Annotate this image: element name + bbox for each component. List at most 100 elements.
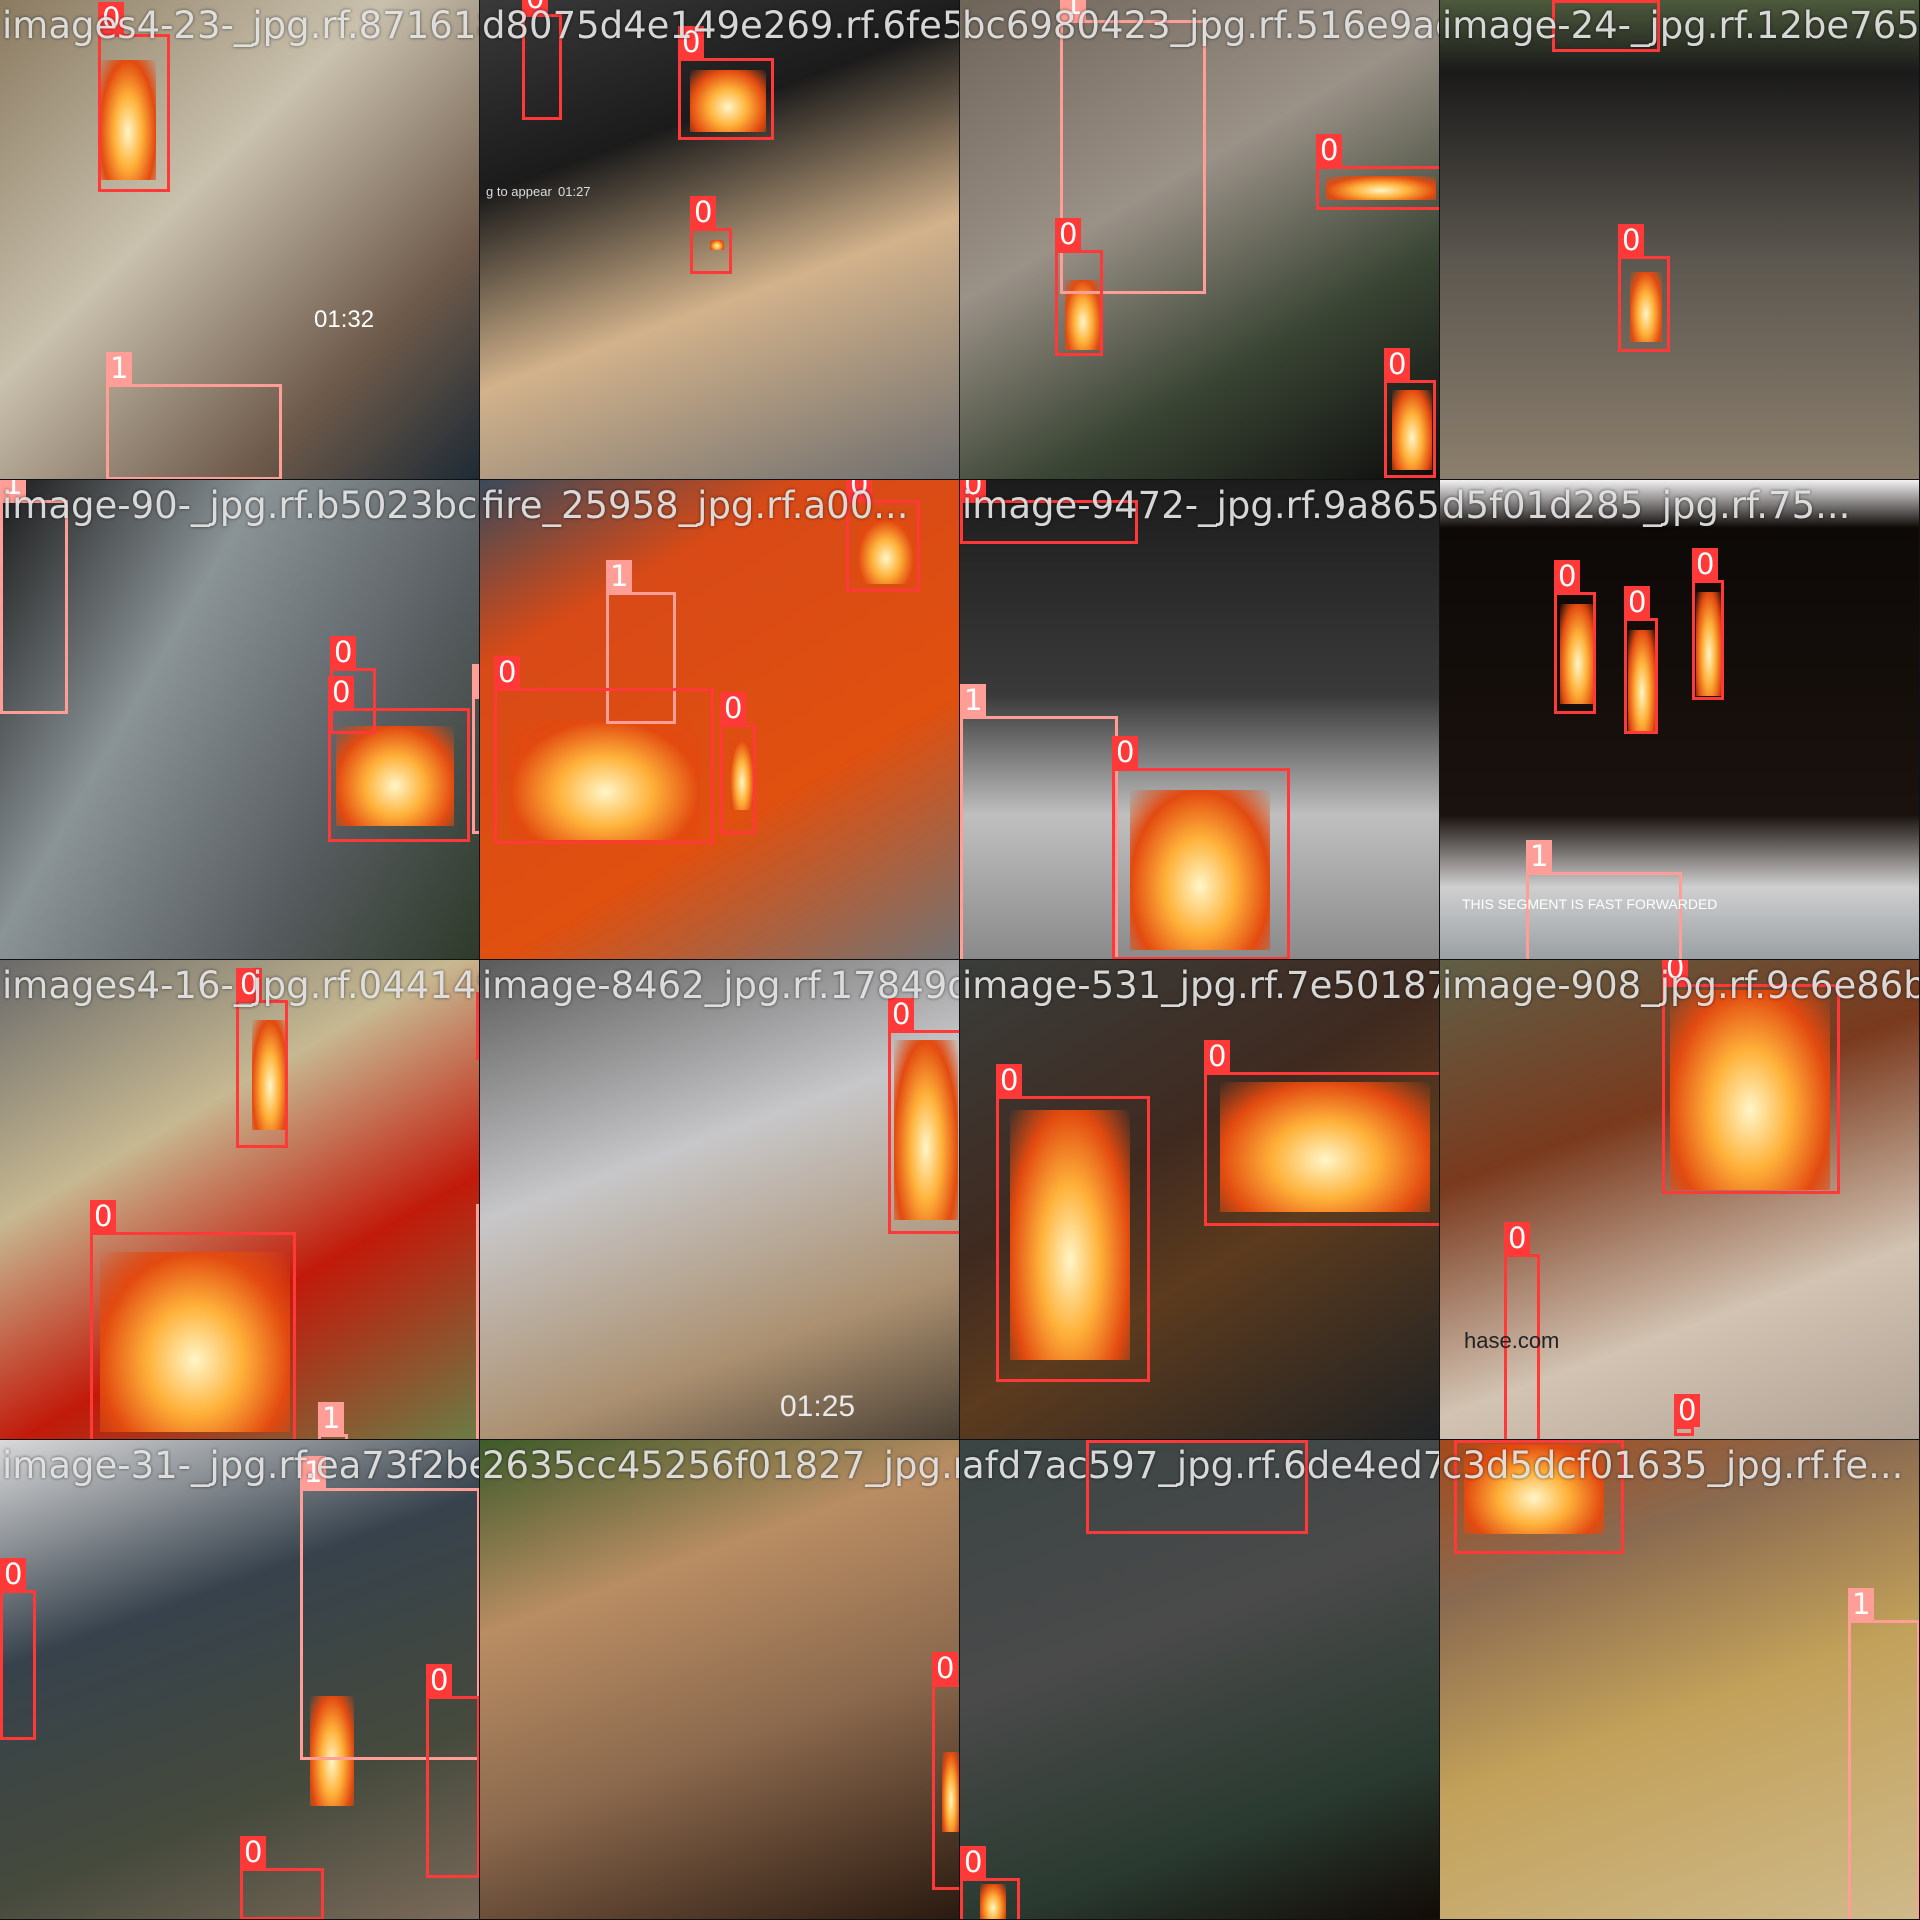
class-label: 0 <box>1112 736 1139 769</box>
image-filename: image-531_jpg.rf.7e50187... <box>962 964 1440 1007</box>
frame-overlay-text: hase.com <box>1464 1328 1560 1353</box>
image-filename: 2635cc45256f01827_jpg.rf.da... <box>482 1444 959 1487</box>
mosaic-tile: image-908_jpg.rf.9c6e86ba...0000hase.com <box>1440 960 1920 1440</box>
class-label: 0 <box>0 1558 27 1591</box>
class-label: 1 <box>318 1402 345 1435</box>
class-label: 0 <box>426 1664 453 1697</box>
mosaic-tile: image-24-_jpg.rf.12be765e... 0 0 <box>1440 0 1920 480</box>
frame-overlay-text: 01:32 <box>314 306 375 333</box>
image-filename: d8075d4e149e269.rf.6fe5087a... <box>482 4 959 47</box>
bounding-box-class-0: 0 <box>240 1836 324 1919</box>
bounding-box-class-0: 0 <box>720 692 756 834</box>
mosaic-tile: image-531_jpg.rf.7e50187... 0 0 0 <box>960 960 1440 1440</box>
bounding-box-class-0: 0 <box>236 968 288 1148</box>
bounding-box-class-0: 0 <box>0 1558 36 1740</box>
bounding-box-class-0: 0 <box>328 676 470 842</box>
class-label: 0 <box>1552 0 1579 1</box>
image-filename: images4-23-_jpg.rf.871618ad8075d4e149e26… <box>2 4 479 47</box>
bounding-box-class-0: 0 <box>932 1652 959 1890</box>
bounding-box-class-0: 0 <box>960 1846 1020 1919</box>
class-label: 1 <box>106 352 133 385</box>
frame-overlay-text: THIS SEGMENT IS FAST FORWARDED <box>1462 896 1718 912</box>
bounding-box-class-1: 1 <box>1848 1588 1919 1919</box>
class-label: 0 <box>1086 1440 1113 1441</box>
mosaic-tile: images4-23-_jpg.rf.871618ad8075d4e149e26… <box>0 0 480 480</box>
frame-overlay-text: 01:27 <box>558 184 591 199</box>
bounding-box-class-1: 1 <box>472 664 479 834</box>
class-label: 0 <box>1504 1222 1531 1255</box>
bounding-box-class-0: 0 <box>1554 560 1596 714</box>
mosaic-tile: fire_25958_jpg.rf.a00... 0 1 0 0 <box>480 480 960 960</box>
bounding-box-class-0: 0 <box>678 26 774 140</box>
mosaic-tile: image-9472-_jpg.rf.9a8654f1d...010 <box>960 480 1440 960</box>
bounding-box-class-0: 0 <box>1316 134 1439 210</box>
bounding-box-class-0: 0 <box>996 1064 1150 1382</box>
class-label: 0 <box>1204 1040 1231 1073</box>
class-label: 0 <box>1554 560 1581 593</box>
mosaic-tile: c3d5dcf01635_jpg.rf.fe... 0 1 <box>1440 1440 1920 1920</box>
class-label: 0 <box>1316 134 1343 167</box>
bounding-box-class-0: 0 <box>1204 1040 1439 1226</box>
mosaic-tile: images4-16-_jpg.rf.044149e...00011 <box>0 960 480 1440</box>
bounding-box-class-0: 0 <box>1384 348 1436 478</box>
mosaic-tile: afd7ac597_jpg.rf.6de4ed7c... 0 0 <box>960 1440 1440 1920</box>
mosaic-tile: d5f01d285_jpg.rf.75... 0 0 0 1 THIS SEGMENT I… <box>1440 480 1920 960</box>
class-label: 0 <box>996 1064 1023 1097</box>
image-filename: c3d5dcf01635_jpg.rf.fe... <box>1442 1444 1904 1487</box>
bounding-box-class-0: 0 <box>1674 1394 1701 1436</box>
bounding-box-class-0: 0 <box>1624 586 1658 734</box>
image-filename: fire_25958_jpg.rf.a00... <box>482 484 909 527</box>
image-filename: image-24-_jpg.rf.12be765e... <box>1442 4 1920 47</box>
image-filename: bc6980423_jpg.rf.516e9ae9f8... <box>962 4 1439 47</box>
image-filename: image-9472-_jpg.rf.9a8654f1d... <box>962 484 1440 527</box>
image-filename: image-90-_jpg.rf.b5023bcd94... <box>2 484 479 527</box>
bounding-box-class-0: 0 <box>494 656 714 844</box>
frame-overlay-text: 01:25 <box>780 1390 856 1423</box>
bounding-box-class-1: 1 <box>0 480 68 714</box>
class-label: 1 <box>1848 1588 1875 1621</box>
class-label: 0 <box>1618 224 1645 257</box>
image-filename: afd7ac597_jpg.rf.6de4ed7c... <box>962 1444 1440 1487</box>
bounding-box-class-0: 0 <box>90 1200 296 1439</box>
bounding-box-class-1: 1 <box>960 684 1118 959</box>
image-filename: images4-16-_jpg.rf.044149e... <box>2 964 479 1007</box>
frame-overlay-text: g to appear <box>486 184 552 199</box>
image-filename: image-908_jpg.rf.9c6e86ba... <box>1442 964 1920 1007</box>
class-label: 0 <box>90 1200 117 1233</box>
class-label: 0 <box>1454 1440 1481 1441</box>
class-label: 0 <box>1384 348 1411 381</box>
image-filename: d5f01d285_jpg.rf.75... <box>1442 484 1851 527</box>
bounding-box-class-0: 0 <box>1692 548 1724 700</box>
bounding-box-class-0: 0 <box>888 998 959 1234</box>
class-label: 0 <box>720 692 747 725</box>
mosaic-tile: bc6980423_jpg.rf.516e9ae9f8...1000 <box>960 0 1440 480</box>
class-label: 0 <box>1692 548 1719 581</box>
image-filename: image-8462_jpg.rf.17849dd1... <box>482 964 959 1007</box>
mosaic-tile: image-31-_jpg.rf.ea73f2be... 0 1 0 0 <box>0 1440 480 1920</box>
mosaic-tile: d8075d4e149e269.rf.6fe5087a...000g to ap… <box>480 0 960 480</box>
bounding-box-class-0: 0 <box>426 1664 479 1878</box>
bounding-box-class-0: 0 <box>1662 960 1840 1194</box>
mosaic-tile: image-8462_jpg.rf.17849dd1...0 01:25 <box>480 960 960 1440</box>
class-label: 1 <box>472 664 479 697</box>
bounding-box-class-0: 0 <box>690 196 732 274</box>
class-label: 0 <box>1624 586 1651 619</box>
class-label: 1 <box>606 560 633 593</box>
class-label: 1 <box>1526 840 1553 873</box>
bounding-box-class-0: 0 <box>98 2 170 192</box>
class-label: 0 <box>690 196 717 229</box>
bounding-box-class-0: 0 <box>1055 218 1103 356</box>
image-filename: image-31-_jpg.rf.ea73f2be... <box>2 1444 480 1487</box>
bounding-box-class-0: 0 <box>1112 736 1290 959</box>
bounding-box-class-1: 1 <box>1526 840 1682 959</box>
class-label: 0 <box>932 1652 959 1685</box>
class-label: 0 <box>1674 1394 1701 1427</box>
class-label: 0 <box>240 1836 267 1869</box>
bounding-box-class-0: 0 <box>1618 224 1670 352</box>
class-label: 0 <box>960 1846 987 1879</box>
class-label: 0 <box>1055 218 1082 251</box>
mosaic-tile: image-90-_jpg.rf.b5023bcd94...1001 <box>0 480 480 960</box>
bounding-box-class-1: 1 <box>106 352 282 479</box>
mosaic-tile: 2635cc45256f01827_jpg.rf.da... 0 <box>480 1440 960 1920</box>
mosaic-grid: images4-23-_jpg.rf.871618ad8075d4e149e26… <box>0 0 1920 1920</box>
